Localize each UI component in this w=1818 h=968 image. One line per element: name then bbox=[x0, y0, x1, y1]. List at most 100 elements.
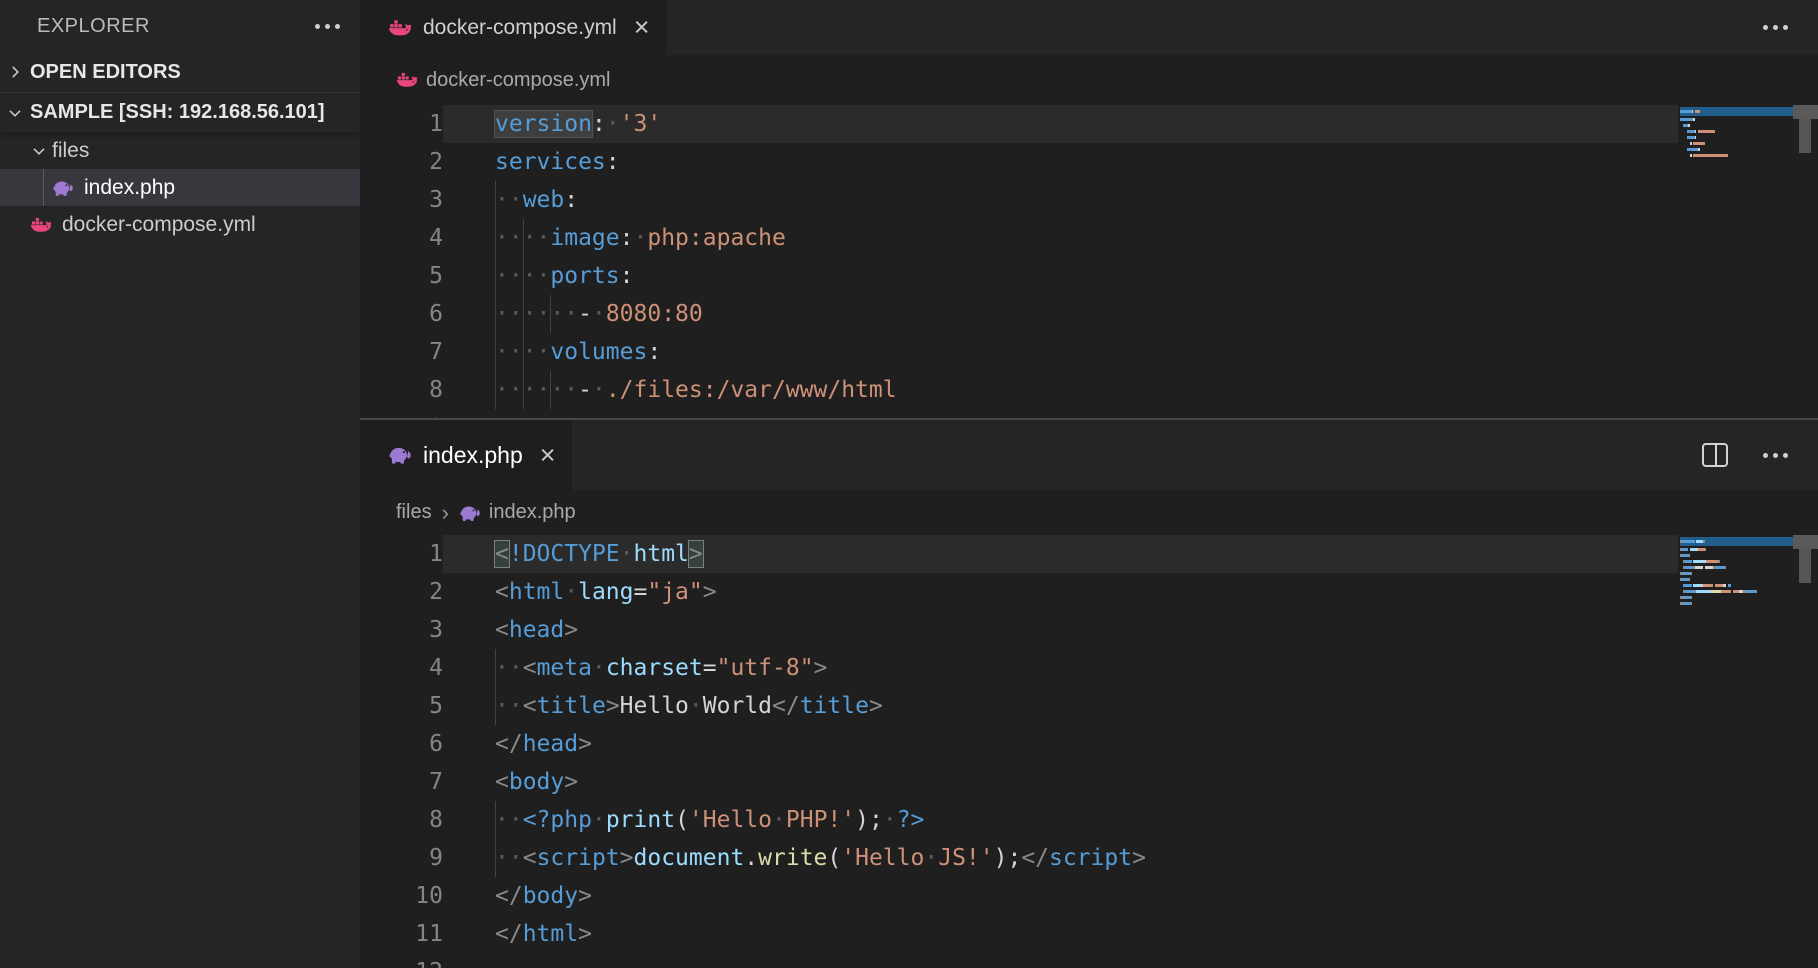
scrollbar-thumb[interactable] bbox=[1793, 535, 1818, 549]
tree-item-files-folder[interactable]: files bbox=[0, 132, 360, 169]
breadcrumb-bottom[interactable]: files › index.php bbox=[360, 490, 1818, 535]
vscode-window: EXPLORER OPEN EDITORS SAMPLE [SSH: 192.1… bbox=[0, 0, 1818, 968]
code-line-2[interactable]: 2<html·lang="ja"> bbox=[360, 573, 1678, 611]
code-line-5[interactable]: 5····ports: bbox=[360, 257, 1678, 295]
token: write bbox=[758, 845, 827, 871]
code-line-7[interactable]: 7····volumes: bbox=[360, 333, 1678, 371]
token: ); bbox=[855, 807, 883, 833]
token: JS!' bbox=[938, 845, 993, 871]
tab-label: docker-compose.yml bbox=[423, 16, 617, 40]
code-line-10[interactable]: 10</body> bbox=[360, 877, 1678, 915]
token: : bbox=[592, 111, 606, 137]
line-number: 3 bbox=[360, 181, 443, 219]
line-number: 12 bbox=[360, 953, 443, 968]
line-content: <!DOCTYPE·html> bbox=[443, 535, 1678, 573]
token: ······ bbox=[495, 301, 578, 327]
code-line-8[interactable]: 8······-·./files:/var/www/html bbox=[360, 371, 1678, 409]
token: > bbox=[578, 921, 592, 947]
open-editors-section-header[interactable]: OPEN EDITORS bbox=[0, 52, 360, 92]
tab-docker-compose-yml[interactable]: docker-compose.yml × bbox=[360, 0, 666, 55]
editor-actions-more-icon[interactable] bbox=[1760, 453, 1790, 458]
minimap[interactable] bbox=[1680, 537, 1793, 608]
minimap-line bbox=[1680, 572, 1793, 575]
split-editor-icon[interactable] bbox=[1702, 443, 1728, 467]
token: Hello bbox=[620, 693, 689, 719]
code-line-6[interactable]: 6······-·8080:80 bbox=[360, 295, 1678, 333]
close-icon[interactable]: × bbox=[634, 14, 650, 41]
indent-guide bbox=[550, 371, 551, 409]
token: > bbox=[564, 769, 578, 795]
code-line-1[interactable]: 1<!DOCTYPE·html> bbox=[360, 535, 1678, 573]
scrollbar[interactable] bbox=[1793, 105, 1818, 418]
token: document bbox=[634, 845, 745, 871]
token: World bbox=[703, 693, 772, 719]
indent-guide bbox=[523, 333, 524, 371]
minimap[interactable] bbox=[1680, 107, 1793, 160]
breadcrumb-folder[interactable]: files bbox=[396, 501, 432, 524]
token: meta bbox=[537, 655, 592, 681]
token: head bbox=[509, 617, 564, 643]
token: : bbox=[647, 339, 661, 365]
code-line-12[interactable]: 12 bbox=[360, 953, 1678, 968]
tab-index-php[interactable]: index.php × bbox=[360, 420, 572, 490]
token: version bbox=[495, 111, 592, 137]
code-line-4[interactable]: 4··<meta·charset="utf-8"> bbox=[360, 649, 1678, 687]
scrollbar-thumb[interactable] bbox=[1799, 549, 1811, 583]
line-number: 2 bbox=[360, 143, 443, 181]
line-content: ····ports: bbox=[443, 257, 1678, 295]
code-line-3[interactable]: 3··web: bbox=[360, 181, 1678, 219]
line-content: ······-·8080:80 bbox=[443, 295, 1678, 333]
line-content: ··<meta·charset="utf-8"> bbox=[443, 649, 1678, 687]
token: > bbox=[703, 579, 717, 605]
tree-item-docker-compose-yml[interactable]: docker-compose.yml bbox=[0, 206, 360, 243]
token: < bbox=[495, 541, 509, 567]
token: script bbox=[537, 845, 620, 871]
explorer-sidebar: EXPLORER OPEN EDITORS SAMPLE [SSH: 192.1… bbox=[0, 0, 360, 968]
token: · bbox=[689, 693, 703, 719]
token: ( bbox=[827, 845, 841, 871]
tabbar-bottom: index.php × bbox=[360, 420, 1818, 490]
indent-guide bbox=[495, 219, 496, 257]
workspace-section-header[interactable]: SAMPLE [SSH: 192.168.56.101] bbox=[0, 92, 360, 132]
token: charset bbox=[606, 655, 703, 681]
code-line-3[interactable]: 3<head> bbox=[360, 611, 1678, 649]
line-number: 7 bbox=[360, 333, 443, 371]
minimap-line bbox=[1680, 548, 1793, 551]
code-line-11[interactable]: 11</html> bbox=[360, 915, 1678, 953]
close-icon[interactable]: × bbox=[540, 442, 556, 469]
code-line-1[interactable]: 1version:·'3' bbox=[360, 105, 1678, 143]
code-line-4[interactable]: 4····image:·php:apache bbox=[360, 219, 1678, 257]
code-line-6[interactable]: 6</head> bbox=[360, 725, 1678, 763]
line-number: 4 bbox=[360, 649, 443, 687]
breadcrumb-file[interactable]: docker-compose.yml bbox=[426, 69, 611, 92]
token: · bbox=[592, 301, 606, 327]
token: image bbox=[550, 225, 619, 251]
code-line-9[interactable]: 9 bbox=[360, 409, 1678, 418]
token: > bbox=[814, 655, 828, 681]
line-number: 11 bbox=[360, 915, 443, 953]
line-number: 3 bbox=[360, 611, 443, 649]
code-area-bottom: 1<!DOCTYPE·html>2<html·lang="ja">3<head>… bbox=[360, 535, 1818, 968]
token: - bbox=[578, 301, 592, 327]
minimap-line bbox=[1680, 148, 1793, 151]
token: = bbox=[634, 579, 648, 605]
token: > bbox=[869, 693, 883, 719]
breadcrumb-top[interactable]: docker-compose.yml bbox=[360, 55, 1818, 105]
token: < bbox=[495, 579, 509, 605]
code-line-2[interactable]: 2services: bbox=[360, 143, 1678, 181]
breadcrumb-file[interactable]: index.php bbox=[489, 501, 576, 524]
token: · bbox=[592, 655, 606, 681]
scrollbar-thumb[interactable] bbox=[1793, 105, 1818, 119]
explorer-more-icon[interactable] bbox=[312, 24, 342, 29]
code-line-7[interactable]: 7<body> bbox=[360, 763, 1678, 801]
line-content: ····volumes: bbox=[443, 333, 1678, 371]
minimap-line bbox=[1680, 142, 1793, 145]
php-icon bbox=[459, 504, 481, 522]
code-line-8[interactable]: 8··<?php·print('Hello·PHP!');·?> bbox=[360, 801, 1678, 839]
code-line-5[interactable]: 5··<title>Hello·World</title> bbox=[360, 687, 1678, 725]
tree-item-index-php[interactable]: index.php bbox=[0, 169, 360, 206]
scrollbar[interactable] bbox=[1793, 535, 1818, 968]
code-line-9[interactable]: 9··<script>document.write('Hello·JS!');<… bbox=[360, 839, 1678, 877]
scrollbar-thumb[interactable] bbox=[1799, 119, 1811, 153]
editor-actions-more-icon[interactable] bbox=[1760, 25, 1790, 30]
